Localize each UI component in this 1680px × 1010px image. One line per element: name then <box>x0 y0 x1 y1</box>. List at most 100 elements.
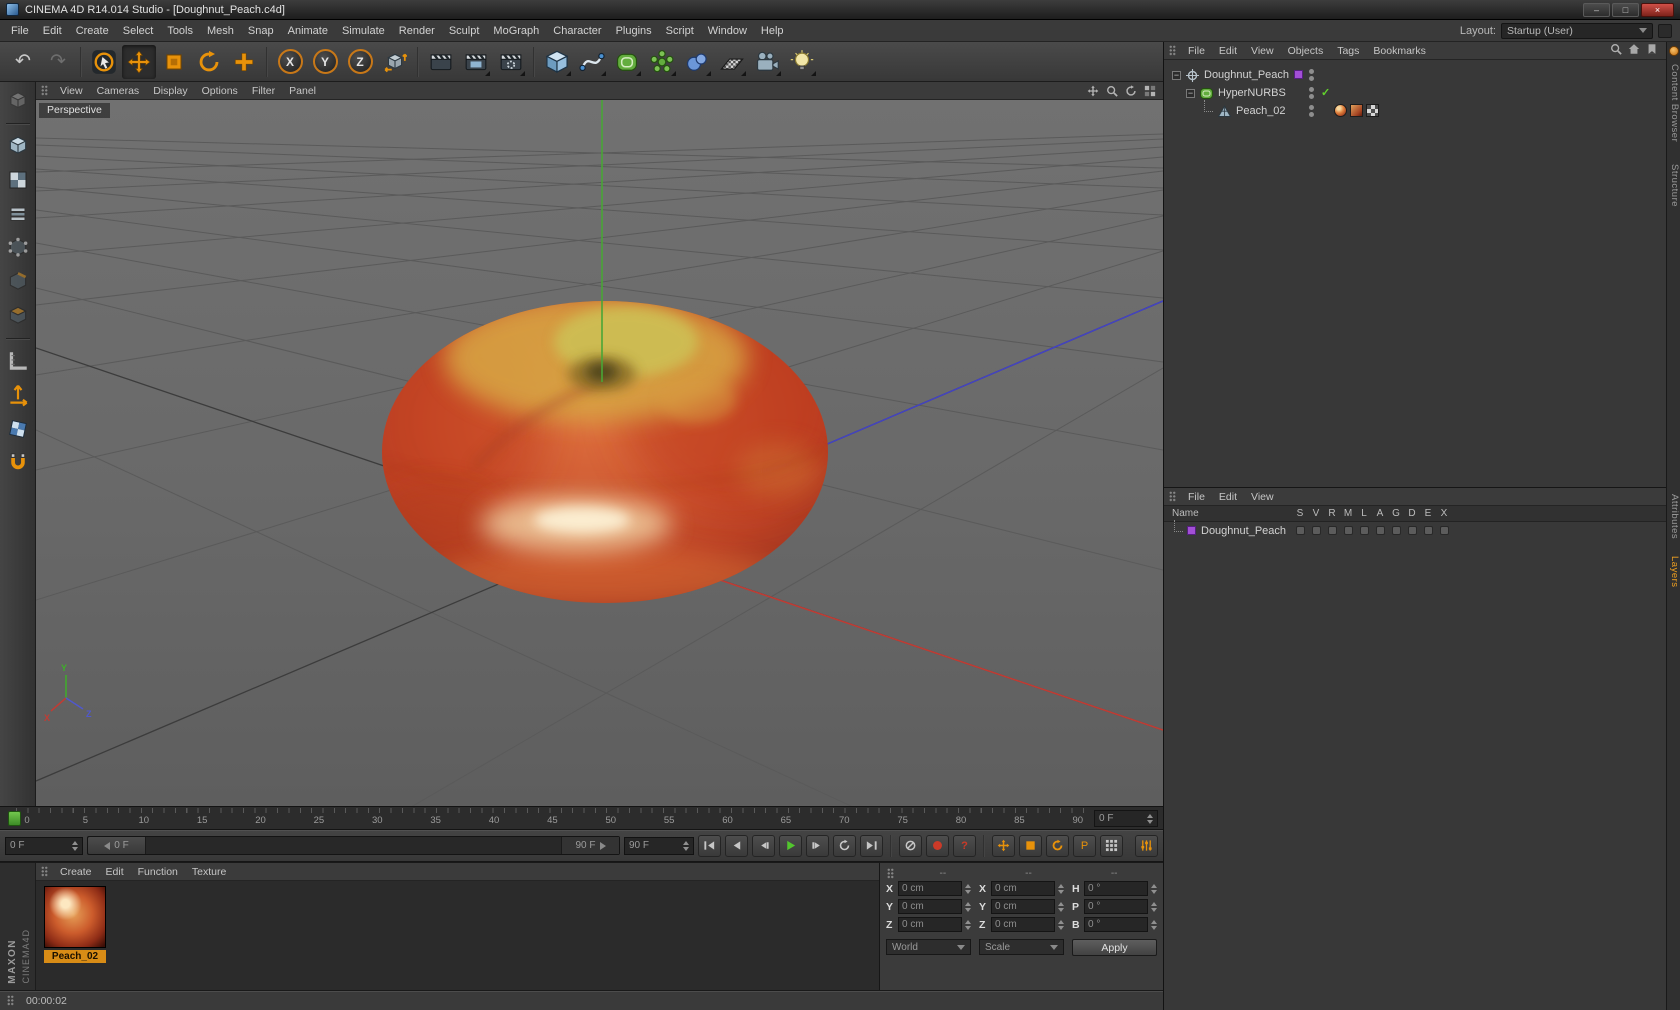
keyframe-selection-button[interactable] <box>1100 834 1123 857</box>
play-loop-button[interactable] <box>833 834 856 857</box>
expander-icon[interactable]: − <box>1172 70 1181 80</box>
search-icon[interactable] <box>1610 43 1622 58</box>
layout-switch-icon[interactable] <box>1658 23 1672 38</box>
range-end-field[interactable]: 90 F <box>624 836 694 855</box>
stepper[interactable] <box>1147 813 1153 824</box>
menu-simulate[interactable]: Simulate <box>335 22 392 40</box>
coordinate-system-button[interactable] <box>378 45 412 79</box>
zoom-view-icon[interactable] <box>1104 84 1119 98</box>
goto-start-button[interactable] <box>698 834 721 857</box>
record-scale-toggle[interactable] <box>1019 834 1042 857</box>
make-editable-button[interactable] <box>4 87 32 115</box>
viewport-scene[interactable]: Y X Z <box>36 100 1163 806</box>
viewport-menu-view[interactable]: View <box>54 83 89 99</box>
maximize-button[interactable]: □ <box>1612 2 1639 17</box>
visibility-dots-icon[interactable] <box>1309 87 1314 99</box>
layout-dropdown[interactable]: Startup (User) <box>1501 22 1653 39</box>
om-menu-edit[interactable]: Edit <box>1213 43 1243 59</box>
array-object-button[interactable] <box>645 45 679 79</box>
lm-menu-view[interactable]: View <box>1245 489 1280 505</box>
menu-help[interactable]: Help <box>754 22 791 40</box>
material-preview[interactable] <box>44 886 106 948</box>
rotation-b-field[interactable]: 0 ° <box>1084 917 1148 932</box>
size-x-field[interactable]: 0 cm <box>991 881 1055 896</box>
rotate-tool-button[interactable] <box>192 45 226 79</box>
play-backwards-button[interactable] <box>725 834 748 857</box>
light-object-button[interactable] <box>785 45 819 79</box>
lm-menu-file[interactable]: File <box>1182 489 1211 505</box>
panel-grip[interactable] <box>41 85 48 96</box>
materials-menu-create[interactable]: Create <box>54 864 98 880</box>
apply-button[interactable]: Apply <box>1072 939 1157 956</box>
animation-palette-button[interactable] <box>1135 834 1158 857</box>
panel-grip[interactable] <box>7 995 14 1006</box>
pin-icon[interactable] <box>1669 46 1679 56</box>
stepper[interactable] <box>1151 883 1157 894</box>
om-menu-file[interactable]: File <box>1182 43 1211 59</box>
edges-mode-button[interactable] <box>4 268 32 296</box>
stepper[interactable] <box>1058 919 1064 930</box>
object-row-peach-02[interactable]: Peach_02 <box>1164 100 1666 120</box>
viewport-menu-options[interactable]: Options <box>196 83 244 99</box>
stepper[interactable] <box>1151 901 1157 912</box>
frame-slider[interactable]: 0 F 90 F <box>87 836 620 855</box>
viewport-menu-display[interactable]: Display <box>147 83 193 99</box>
current-frame-spinner[interactable]: 0 F <box>1094 810 1158 827</box>
hypernurbs-button[interactable] <box>610 45 644 79</box>
last-tool-button[interactable] <box>227 45 261 79</box>
menu-mesh[interactable]: Mesh <box>200 22 241 40</box>
points-mode-button[interactable] <box>4 234 32 262</box>
layer-toggle-l[interactable] <box>1356 526 1372 535</box>
minimize-button[interactable]: – <box>1583 2 1610 17</box>
menu-window[interactable]: Window <box>701 22 754 40</box>
layer-color-chip[interactable] <box>1294 70 1303 79</box>
panel-grip[interactable] <box>41 866 48 877</box>
menu-render[interactable]: Render <box>392 22 442 40</box>
position-z-field[interactable]: 0 cm <box>898 917 962 932</box>
record-off-button[interactable] <box>899 834 922 857</box>
prev-frame-button[interactable] <box>752 834 775 857</box>
size-z-field[interactable]: 0 cm <box>991 917 1055 932</box>
object-row-doughnut-peach[interactable]: − Doughnut_Peach <box>1164 66 1666 84</box>
material-item[interactable]: Peach_02 <box>44 886 106 963</box>
tab-layers[interactable]: Layers <box>1667 554 1680 590</box>
menu-select[interactable]: Select <box>116 22 161 40</box>
material-tag-icon[interactable] <box>1334 104 1347 117</box>
tab-structure[interactable]: Structure <box>1667 162 1680 209</box>
goto-end-button[interactable] <box>860 834 883 857</box>
pan-view-icon[interactable] <box>1085 84 1100 98</box>
home-icon[interactable] <box>1628 43 1640 58</box>
om-menu-tags[interactable]: Tags <box>1331 43 1365 59</box>
redo-button[interactable]: ↷ <box>41 45 75 79</box>
toggle-views-icon[interactable] <box>1142 84 1157 98</box>
menu-create[interactable]: Create <box>69 22 116 40</box>
frame-slider-handle[interactable]: 0 F <box>88 837 146 854</box>
undo-button[interactable]: ↶ <box>6 45 40 79</box>
stepper[interactable] <box>72 840 78 851</box>
menu-edit[interactable]: Edit <box>36 22 69 40</box>
layer-toggle-v[interactable] <box>1308 526 1324 535</box>
texture-tag-icon[interactable] <box>1350 104 1363 117</box>
layer-toggle-a[interactable] <box>1372 526 1388 535</box>
viewport-camera-label[interactable]: Perspective <box>39 103 110 118</box>
object-row-hypernurbs[interactable]: − HyperNURBS ✓ <box>1164 84 1666 102</box>
material-name[interactable]: Peach_02 <box>44 950 106 963</box>
menu-file[interactable]: File <box>4 22 36 40</box>
stepper[interactable] <box>965 883 971 894</box>
close-button[interactable]: × <box>1641 2 1674 17</box>
next-frame-button[interactable] <box>806 834 829 857</box>
viewport-menu-filter[interactable]: Filter <box>246 83 281 99</box>
layer-toggle-r[interactable] <box>1324 526 1340 535</box>
stepper[interactable] <box>965 919 971 930</box>
size-mode-dropdown[interactable]: Scale <box>979 939 1064 955</box>
visibility-dots-icon[interactable] <box>1309 105 1314 117</box>
bookmark-add-icon[interactable] <box>1646 43 1658 58</box>
stepper[interactable] <box>1058 901 1064 912</box>
stepper[interactable] <box>1151 919 1157 930</box>
record-parameter-toggle[interactable]: P <box>1073 834 1096 857</box>
metaball-button[interactable] <box>680 45 714 79</box>
autokey-button[interactable]: ? <box>953 834 976 857</box>
layer-toggle-e[interactable] <box>1420 526 1436 535</box>
layer-toggle-d[interactable] <box>1404 526 1420 535</box>
menu-character[interactable]: Character <box>546 22 608 40</box>
